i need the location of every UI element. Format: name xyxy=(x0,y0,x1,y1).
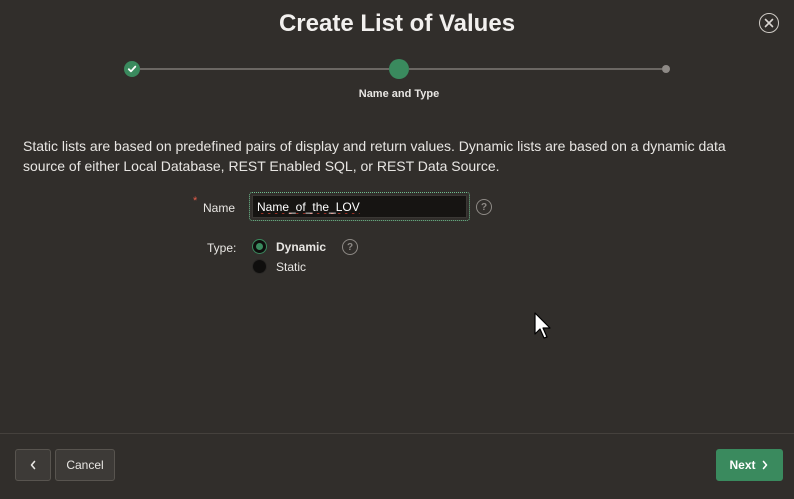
wizard-connector xyxy=(140,68,389,70)
create-lov-dialog: Create List of Values Name and Type Stat… xyxy=(0,0,794,499)
wizard-step-current xyxy=(389,59,409,79)
required-marker: * xyxy=(193,195,198,207)
chevron-left-icon xyxy=(30,460,36,470)
next-button[interactable]: Next xyxy=(716,449,783,481)
name-label: Name xyxy=(203,201,236,215)
type-help-icon[interactable]: ? xyxy=(342,239,358,255)
mouse-cursor-icon xyxy=(534,312,551,339)
type-label: Type: xyxy=(207,241,237,255)
wizard-connector xyxy=(409,68,662,70)
chevron-right-icon xyxy=(762,460,767,470)
name-input-wrapper xyxy=(249,192,470,221)
type-option-dynamic-label: Dynamic xyxy=(276,239,327,254)
wizard-progress: Name and Type xyxy=(0,0,794,110)
name-field-row: * Name ? xyxy=(0,192,794,222)
wizard-step-label: Name and Type xyxy=(358,88,440,100)
previous-button[interactable] xyxy=(15,449,51,481)
type-option-static-label: Static xyxy=(276,259,307,274)
name-input[interactable] xyxy=(252,195,467,218)
radio-button-static[interactable] xyxy=(252,259,267,274)
radio-selected-dot xyxy=(256,243,263,250)
type-option-dynamic[interactable]: Dynamic xyxy=(252,239,326,254)
wizard-step-future xyxy=(662,65,670,73)
next-button-label: Next xyxy=(729,458,756,472)
wizard-step-complete xyxy=(124,61,140,77)
type-option-static[interactable]: Static xyxy=(252,259,306,274)
cancel-button[interactable]: Cancel xyxy=(55,449,115,481)
checkmark-icon xyxy=(127,65,137,73)
description-text: Static lists are based on predefined pai… xyxy=(23,138,726,174)
radio-button-dynamic[interactable] xyxy=(252,239,267,254)
name-help-icon[interactable]: ? xyxy=(476,199,492,215)
footer-divider xyxy=(0,433,794,434)
